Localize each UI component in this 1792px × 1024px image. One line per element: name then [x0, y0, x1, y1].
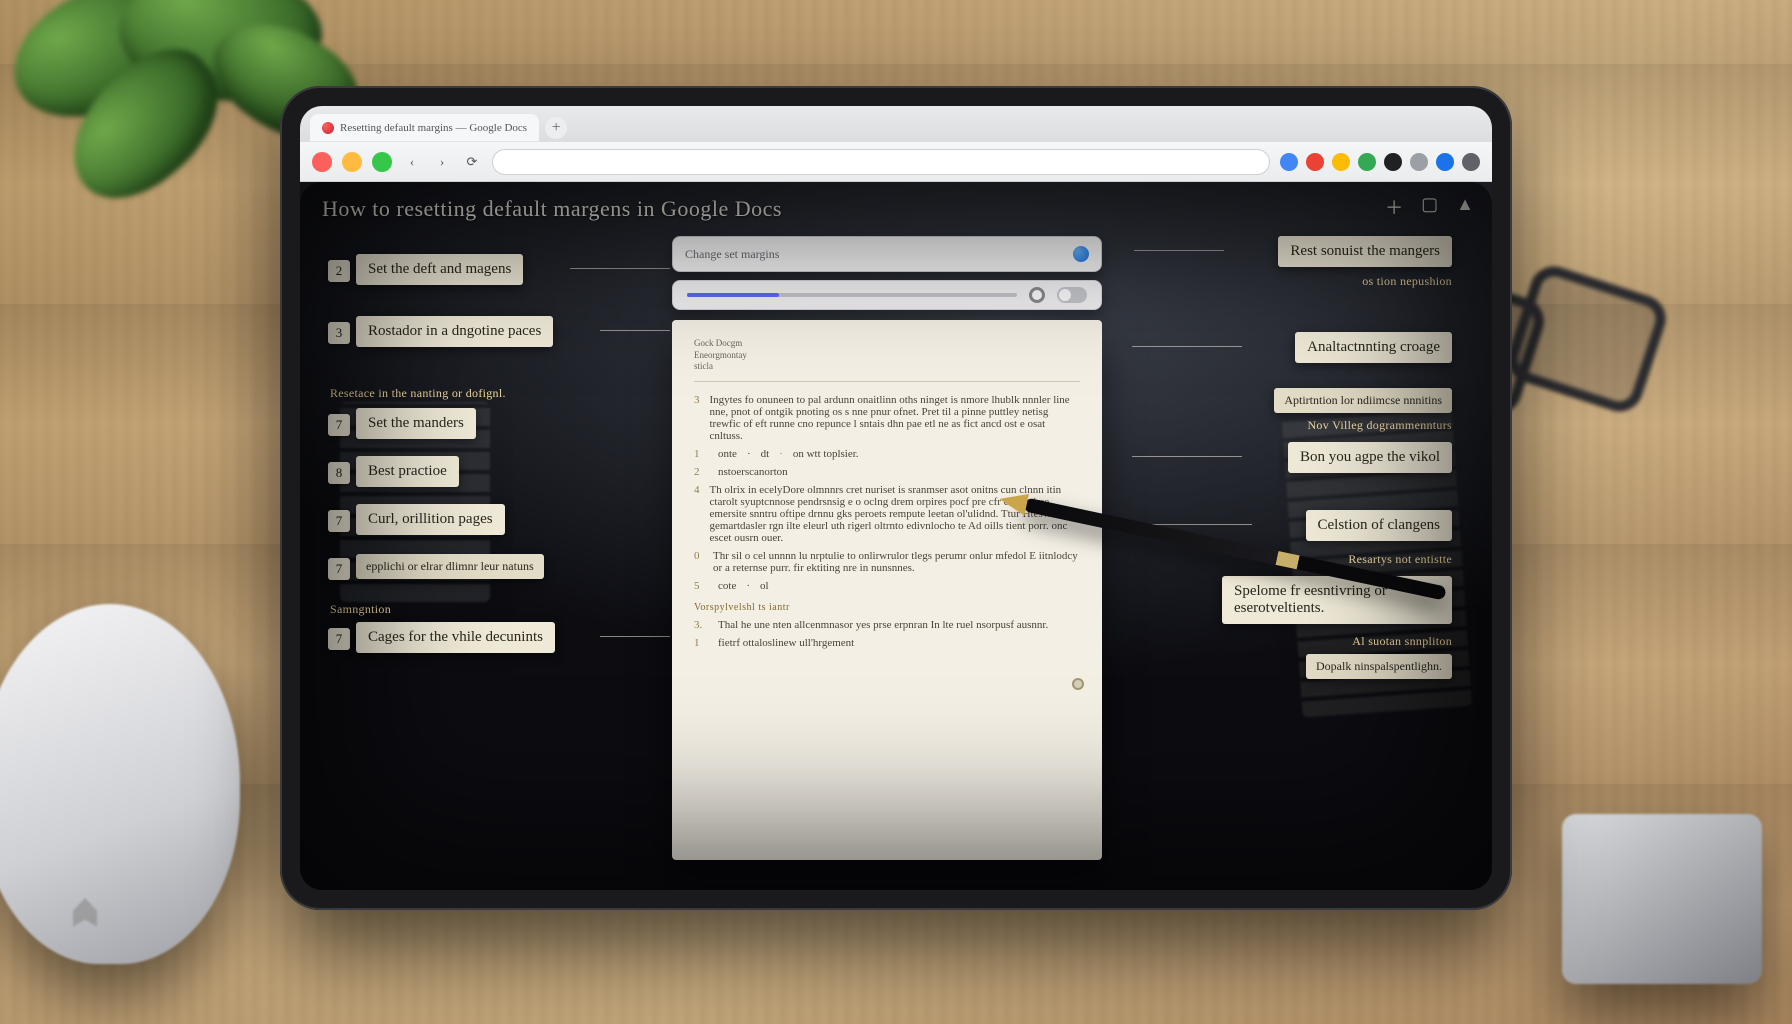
extension-icon[interactable]: [1280, 153, 1298, 171]
leader-line: [600, 330, 670, 331]
window-max-icon[interactable]: [372, 152, 392, 172]
browser-toolbar: ‹ › ⟳: [300, 142, 1492, 182]
address-bar[interactable]: [492, 149, 1270, 175]
step-number: 8: [328, 462, 350, 484]
section-label: Samngntion: [330, 602, 391, 617]
doc-line: 0Thr sil o cel unnnn lu nrptulie to onli…: [694, 550, 1080, 574]
callout-left: epplichi or elrar dlimnr leur natuns: [356, 554, 544, 579]
step-number: 3: [328, 322, 350, 344]
caption: os tion nepushion: [1362, 274, 1452, 289]
browser-tab[interactable]: Resetting default margins — Google Docs: [310, 114, 539, 142]
step-number: 2: [328, 260, 350, 282]
tab-title: Resetting default margins — Google Docs: [340, 122, 527, 134]
page-title: How to resetting default margens in Goog…: [322, 196, 782, 222]
window-close-icon[interactable]: [312, 152, 332, 172]
callout-left: Cages for the vhile decunints: [356, 622, 555, 653]
nav-forward-icon[interactable]: ›: [432, 152, 452, 172]
slider-knob[interactable]: [1029, 287, 1045, 303]
callout-left: Set the deft and magens: [356, 254, 523, 285]
extension-icon[interactable]: [1384, 153, 1402, 171]
caption: Resartys not entistte: [1348, 552, 1452, 567]
nav-back-icon[interactable]: ‹: [402, 152, 422, 172]
leader-line: [1132, 456, 1242, 457]
extension-icon[interactable]: [1358, 153, 1376, 171]
tab-favicon: [322, 122, 334, 134]
window-min-icon[interactable]: [342, 152, 362, 172]
add-icon[interactable]: ＋: [1385, 194, 1403, 220]
leader-line: [1132, 346, 1242, 347]
doc-subhead: Vorspylvelshl ts iantr: [694, 602, 1080, 613]
search-icon: [1073, 246, 1089, 262]
reload-icon[interactable]: ⟳: [462, 152, 482, 172]
leader-line: [570, 268, 670, 269]
caption: Nov Villeg dogrammennturs: [1307, 418, 1452, 433]
tablet-screen: Resetting default margins — Google Docs …: [300, 106, 1492, 890]
doc-line: 1onte·dt·on wtt toplsier.: [694, 448, 1080, 460]
extension-icon[interactable]: [1332, 153, 1350, 171]
document-preview: Change set margins Gock Docgm Eneorgmont…: [672, 236, 1102, 856]
step-number: 7: [328, 414, 350, 436]
callout-left: Best practioe: [356, 456, 459, 487]
callout-left: Set the manders: [356, 408, 476, 439]
toggle[interactable]: [1057, 287, 1087, 303]
leader-line: [600, 636, 670, 637]
callout-right: Bon you agpe the vikol: [1288, 442, 1452, 473]
document-paper: Gock Docgm Eneorgmontay sticla 3Ingytes …: [672, 320, 1102, 860]
gadget-block-prop: [1562, 814, 1762, 984]
header-action-icons: ＋ ▢ ▲: [1385, 194, 1474, 220]
section-label: Resetace in the nanting or dofignl.: [330, 386, 506, 401]
doc-line: 1fietrf ottaloslinew ull'hrgement: [694, 637, 1080, 649]
extension-icon[interactable]: [1410, 153, 1428, 171]
callout-right: Dopalk ninspalspentlighn.: [1306, 654, 1452, 679]
doc-meta: Gock Docgm Eneorgmontay sticla: [694, 338, 1080, 373]
step-number: 7: [328, 628, 350, 650]
extension-icon[interactable]: [1436, 153, 1454, 171]
callout-left: Curl, orillition pages: [356, 504, 505, 535]
callout-left: Rostador in a dngotine paces: [356, 316, 553, 347]
pin-icon: [1072, 678, 1084, 690]
caption: Al suotan snnpliton: [1352, 634, 1452, 649]
browser-tabbar: Resetting default margins — Google Docs …: [300, 106, 1492, 142]
doc-line: 3.Thal he une nten allcenmnasor yes prse…: [694, 619, 1080, 631]
extension-icon[interactable]: [1306, 153, 1324, 171]
warn-icon[interactable]: ▲: [1456, 194, 1474, 220]
slider-track[interactable]: [687, 293, 1017, 297]
doc-line: 2nstoerscanorton: [694, 466, 1080, 478]
search-placeholder: Change set margins: [685, 247, 779, 262]
new-tab-button[interactable]: +: [545, 117, 567, 139]
caption: Aptirtntion lor ndiimcse nnnitins: [1274, 388, 1452, 413]
tablet-frame: Resetting default margins — Google Docs …: [280, 86, 1512, 910]
layout-icon[interactable]: ▢: [1421, 194, 1438, 220]
doc-line: 3Ingytes fo onuneen to pal ardunn onaitl…: [694, 394, 1080, 442]
step-number: 7: [328, 510, 350, 532]
page-content: How to resetting default margens in Goog…: [300, 182, 1492, 890]
extension-row: [1280, 153, 1480, 171]
step-number: 7: [328, 558, 350, 580]
divider: [694, 381, 1080, 382]
doc-line: 5cote·ol: [694, 580, 1080, 592]
callout-right: Rest sonuist the mangers: [1278, 236, 1452, 267]
menu-icon[interactable]: [1462, 153, 1480, 171]
leader-line: [1134, 250, 1224, 251]
search-bar[interactable]: Change set margins: [672, 236, 1102, 272]
callout-right: Analtactnnting croage: [1295, 332, 1452, 363]
slider-bar[interactable]: [672, 280, 1102, 310]
callout-right: Celstion of clangens: [1306, 510, 1452, 541]
